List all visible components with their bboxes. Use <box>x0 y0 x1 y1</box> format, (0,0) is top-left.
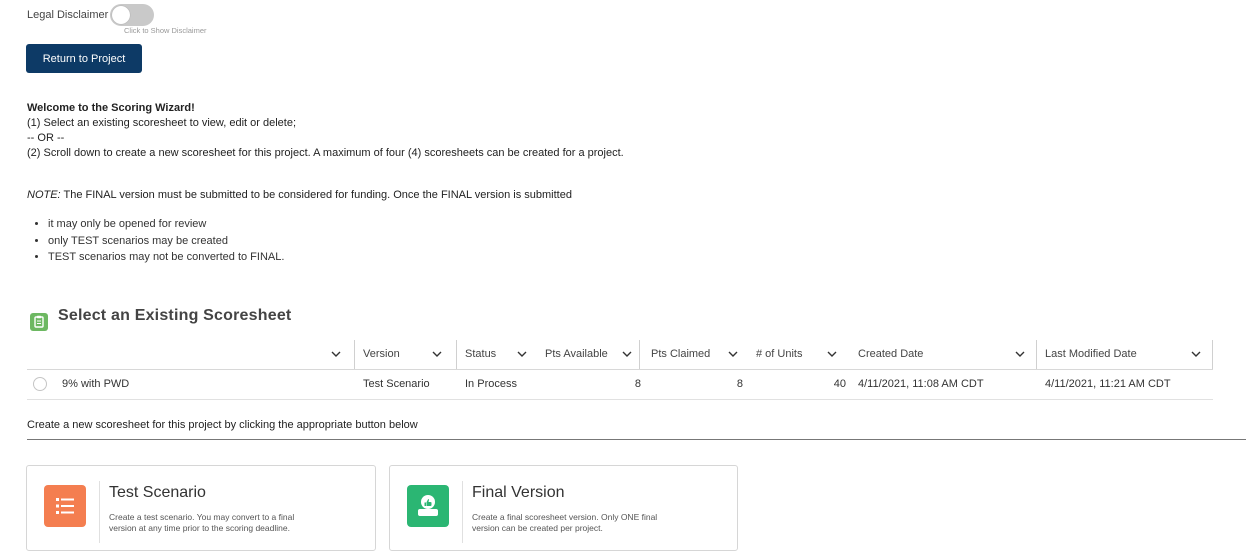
cell-pts-claimed: 8 <box>736 378 743 390</box>
intro-text: Welcome to the Scoring Wizard! (1) Selec… <box>27 101 624 161</box>
cell-last-modified: 4/11/2021, 11:21 AM CDT <box>1045 378 1171 390</box>
rule-item: it may only be opened for review <box>48 216 284 233</box>
table-row[interactable]: 9% with PWD Test Scenario In Process 8 8… <box>27 369 1213 400</box>
cell-created-date: 4/11/2021, 11:08 AM CDT <box>858 378 984 390</box>
header-pts-available[interactable]: Pts Available <box>545 340 608 369</box>
test-desc-line-2: version at any time prior to the scoring… <box>109 523 290 533</box>
header-units[interactable]: # of Units <box>756 340 802 369</box>
return-to-project-button[interactable]: Return to Project <box>26 44 142 73</box>
version-sort-chevron[interactable] <box>431 340 443 369</box>
name-sort-chevron[interactable] <box>330 340 342 369</box>
cell-name: 9% with PWD <box>62 378 130 390</box>
final-version-card[interactable]: Final Version Create a final scoresheet … <box>389 465 738 551</box>
section-title: Select an Existing Scoresheet <box>58 307 292 324</box>
intro-or: -- OR -- <box>27 132 65 144</box>
intro-step-2: (2) Scroll down to create a new scoreshe… <box>27 147 624 159</box>
cell-version: Test Scenario <box>363 378 430 390</box>
header-created-date[interactable]: Created Date <box>858 340 923 369</box>
pts-available-sort-chevron[interactable] <box>621 340 633 369</box>
disclaimer-hint: Click to Show Disclaimer <box>124 26 207 35</box>
legal-disclaimer-label: Legal Disclaimer <box>27 9 109 21</box>
header-pts-claimed[interactable]: Pts Claimed <box>651 340 710 369</box>
final-version-rules: it may only be opened for review only TE… <box>27 216 284 266</box>
header-version[interactable]: Version <box>363 340 400 369</box>
created-sort-chevron[interactable] <box>1014 340 1026 369</box>
header-last-modified[interactable]: Last Modified Date <box>1045 340 1137 369</box>
modified-sort-chevron[interactable] <box>1190 340 1202 369</box>
legal-disclaimer-toggle[interactable] <box>110 4 154 26</box>
list-icon <box>44 485 86 527</box>
pts-claimed-sort-chevron[interactable] <box>727 340 739 369</box>
cell-status: In Process <box>465 378 517 390</box>
final-desc-line-2: version can be created per project. <box>472 523 603 533</box>
test-scenario-card[interactable]: Test Scenario Create a test scenario. Yo… <box>26 465 376 551</box>
cell-pts-available: 8 <box>634 378 641 390</box>
scoresheet-table-header: Version Status Pts Available Pts Claimed… <box>27 340 1213 370</box>
card-divider <box>462 481 463 543</box>
thumbs-up-icon <box>407 485 449 527</box>
final-version-title: Final Version <box>472 484 565 501</box>
intro-step-1: (1) Select an existing scoresheet to vie… <box>27 117 297 129</box>
note-body: The FINAL version must be submitted to b… <box>60 189 572 201</box>
header-status[interactable]: Status <box>465 340 496 369</box>
note-text: NOTE: The FINAL version must be submitte… <box>27 189 572 201</box>
toggle-knob <box>112 6 130 24</box>
note-prefix: NOTE: <box>27 189 61 201</box>
rule-item: TEST scenarios may not be converted to F… <box>48 249 284 266</box>
test-desc-line-1: Create a test scenario. You may convert … <box>109 512 295 522</box>
card-divider <box>99 481 100 543</box>
rule-item: only TEST scenarios may be created <box>48 233 284 250</box>
test-scenario-description: Create a test scenario. You may convert … <box>109 512 344 534</box>
units-sort-chevron[interactable] <box>826 340 838 369</box>
status-sort-chevron[interactable] <box>516 340 528 369</box>
welcome-heading: Welcome to the Scoring Wizard! <box>27 102 195 114</box>
row-select-radio[interactable] <box>33 377 47 391</box>
divider <box>27 439 1246 440</box>
final-version-description: Create a final scoresheet version. Only … <box>472 512 707 534</box>
final-desc-line-1: Create a final scoresheet version. Only … <box>472 512 658 522</box>
create-instructions: Create a new scoresheet for this project… <box>27 419 418 431</box>
test-scenario-title: Test Scenario <box>109 484 206 501</box>
cell-units: 40 <box>833 378 846 390</box>
clipboard-icon <box>30 313 48 331</box>
